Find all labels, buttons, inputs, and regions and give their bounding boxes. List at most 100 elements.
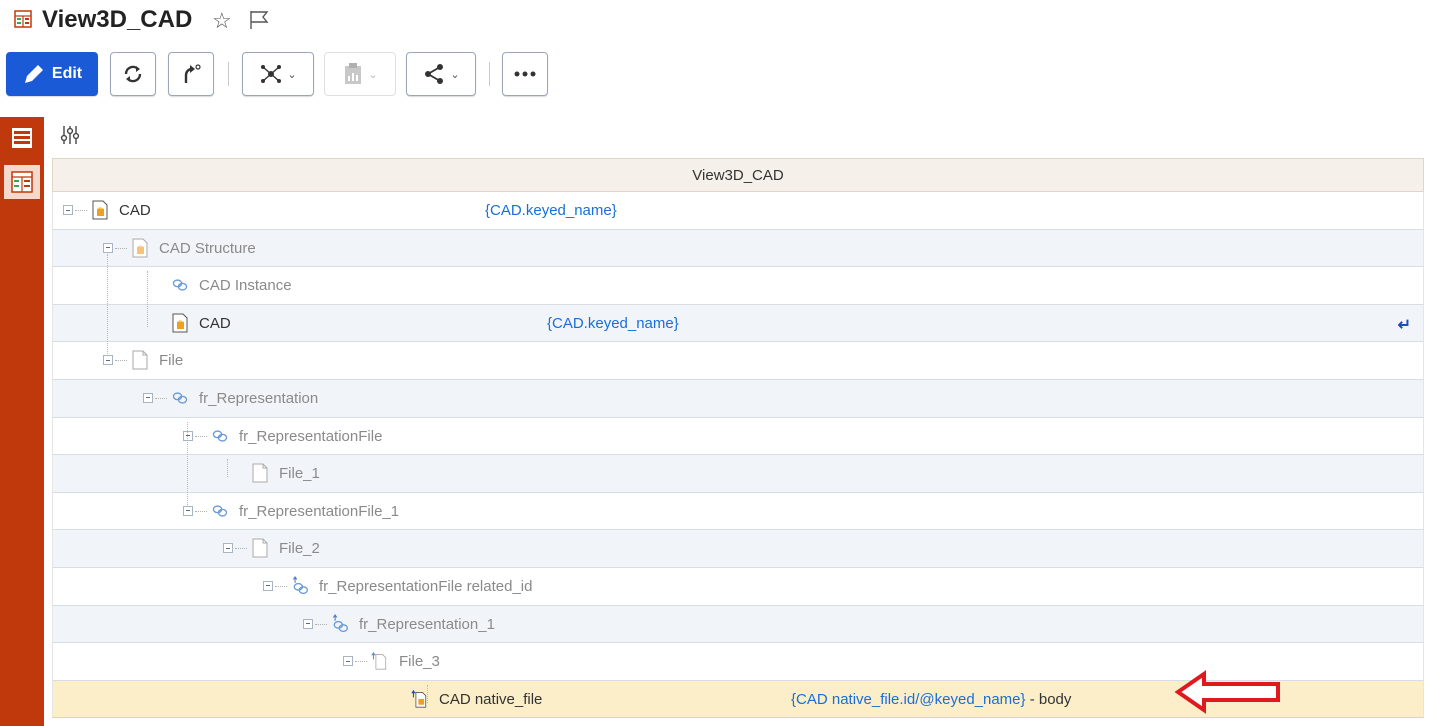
tree-row[interactable]: File bbox=[52, 342, 1424, 380]
tree-node-label: fr_RepresentationFile related_id bbox=[319, 577, 533, 595]
tree-node-label: File_1 bbox=[279, 465, 320, 483]
edit-button-label: Edit bbox=[51, 65, 83, 82]
tree-row[interactable]: CAD {CAD.keyed_name} bbox=[52, 192, 1424, 230]
toolbar: Edit ⌄ ⌄ ⌄ bbox=[0, 52, 1434, 100]
tree-connector bbox=[155, 397, 167, 399]
tree-node-label: CAD bbox=[119, 202, 151, 219]
relationship-icon bbox=[171, 388, 189, 408]
form-icon bbox=[14, 10, 32, 28]
tree-node-label: fr_Representation bbox=[199, 389, 319, 407]
form-view-icon bbox=[12, 128, 32, 148]
collapse-toggle-icon[interactable] bbox=[223, 543, 233, 554]
toolbar-separator bbox=[489, 62, 490, 86]
undo-button[interactable] bbox=[168, 52, 214, 96]
collapse-toggle-icon[interactable] bbox=[183, 505, 193, 516]
file-icon bbox=[251, 538, 269, 558]
cad-item-icon bbox=[91, 200, 109, 220]
edit-button[interactable]: Edit bbox=[6, 52, 98, 96]
keyed-name-text: {CAD native_file.id/@keyed_name} bbox=[791, 690, 1026, 708]
tree-row[interactable]: fr_Representation bbox=[52, 379, 1424, 418]
tree-connector bbox=[107, 253, 108, 357]
file-icon bbox=[371, 651, 389, 671]
tree-connector bbox=[75, 210, 87, 211]
report-menu-button[interactable]: ⌄ bbox=[324, 52, 396, 96]
value-suffix: - body bbox=[1025, 690, 1072, 708]
chevron-down-icon: ⌄ bbox=[450, 68, 460, 81]
relationship-icon bbox=[291, 575, 309, 596]
tree-node-label: fr_RepresentationFile_1 bbox=[239, 502, 400, 520]
collapse-toggle-icon[interactable] bbox=[263, 580, 273, 591]
collapse-toggle-icon[interactable] bbox=[63, 205, 73, 215]
tree-row[interactable]: CAD Instance bbox=[52, 267, 1424, 305]
return-icon[interactable]: ↵ bbox=[1398, 315, 1411, 335]
tree-connector bbox=[147, 271, 148, 327]
tree-node-label: fr_Representation_1 bbox=[359, 615, 495, 633]
keyed-name-value: {CAD.keyed_name} bbox=[485, 202, 617, 219]
relationship-icon bbox=[211, 501, 229, 521]
tree-connector bbox=[115, 247, 127, 249]
tree-row[interactable]: fr_RepresentationFile related_id bbox=[52, 567, 1424, 606]
star-icon[interactable]: ☆ bbox=[212, 8, 232, 34]
form-view-tab[interactable] bbox=[7, 123, 37, 153]
collapse-toggle-icon[interactable] bbox=[103, 242, 113, 253]
tree-row[interactable]: File_1 bbox=[52, 455, 1424, 493]
keyed-name-value: {CAD native_file.id/@keyed_name} - body bbox=[791, 691, 1071, 708]
title-bar: View3D_CAD ☆ bbox=[0, 0, 1434, 44]
tree-row[interactable]: CAD Structure bbox=[52, 229, 1424, 268]
more-button[interactable] bbox=[502, 52, 548, 96]
tree-rows: CAD {CAD.keyed_name} CAD Structure CAD Inst… bbox=[52, 192, 1424, 719]
more-icon bbox=[514, 71, 536, 77]
tree-connector bbox=[355, 661, 367, 663]
refresh-icon bbox=[124, 65, 142, 83]
tree-connector bbox=[195, 510, 207, 512]
tree-node-label: File bbox=[159, 352, 184, 370]
collapse-toggle-icon[interactable] bbox=[103, 355, 113, 366]
tree-node-label: CAD Instance bbox=[199, 277, 292, 295]
settings-sliders-icon[interactable] bbox=[60, 124, 80, 146]
cad-item-icon bbox=[131, 238, 149, 258]
tree-row[interactable]: CAD {CAD.keyed_name} ↵ bbox=[52, 304, 1424, 343]
tree-connector bbox=[315, 623, 327, 625]
relationship-icon bbox=[171, 275, 189, 295]
tree-view-icon bbox=[11, 171, 33, 193]
chevron-down-icon: ⌄ bbox=[368, 68, 378, 81]
refresh-button[interactable] bbox=[110, 52, 156, 96]
share-icon bbox=[425, 64, 444, 84]
network-icon bbox=[261, 65, 282, 83]
tree-row[interactable]: File_2 bbox=[52, 530, 1424, 568]
tree-row[interactable]: fr_RepresentationFile bbox=[52, 417, 1424, 456]
tree-connector bbox=[275, 585, 287, 587]
relationship-icon bbox=[211, 426, 229, 446]
tree-node-label: fr_RepresentationFile bbox=[239, 427, 383, 445]
report-icon bbox=[345, 63, 362, 84]
tree-connector bbox=[227, 459, 228, 478]
chevron-down-icon: ⌄ bbox=[287, 68, 297, 81]
tree-row[interactable]: fr_Representation_1 bbox=[52, 605, 1424, 644]
collapse-toggle-icon[interactable] bbox=[303, 618, 313, 629]
file-icon bbox=[131, 350, 149, 370]
annotation-arrow-icon bbox=[1174, 670, 1280, 714]
cad-item-icon bbox=[171, 313, 189, 333]
toolbar-separator bbox=[228, 62, 229, 86]
keyed-name-text: {CAD.keyed_name} bbox=[485, 202, 617, 219]
tree-connector bbox=[235, 548, 247, 550]
tree-node-label: File_3 bbox=[399, 653, 440, 671]
tree-connector bbox=[115, 360, 127, 362]
tree-connector bbox=[187, 421, 188, 507]
tree-row[interactable]: fr_RepresentationFile_1 bbox=[52, 492, 1424, 531]
network-menu-button[interactable]: ⌄ bbox=[242, 52, 314, 96]
relationship-icon bbox=[331, 613, 349, 634]
collapse-toggle-icon[interactable] bbox=[343, 656, 353, 667]
flag-icon[interactable] bbox=[248, 9, 270, 31]
side-rail bbox=[0, 117, 44, 726]
collapse-toggle-icon[interactable] bbox=[143, 392, 153, 403]
tree-node-label: File_2 bbox=[279, 540, 320, 558]
grid-header: View3D_CAD bbox=[52, 158, 1424, 192]
share-menu-button[interactable]: ⌄ bbox=[406, 52, 476, 96]
tree-node-label: CAD Structure bbox=[159, 239, 256, 257]
collapse-toggle-icon[interactable] bbox=[183, 430, 193, 441]
page-title: View3D_CAD bbox=[42, 6, 193, 33]
keyed-name-text: {CAD.keyed_name} bbox=[547, 314, 679, 332]
tree-grid: View3D_CAD CAD {CAD.keyed_name} CAD Struct… bbox=[52, 158, 1424, 719]
tree-view-tab[interactable] bbox=[4, 165, 40, 199]
